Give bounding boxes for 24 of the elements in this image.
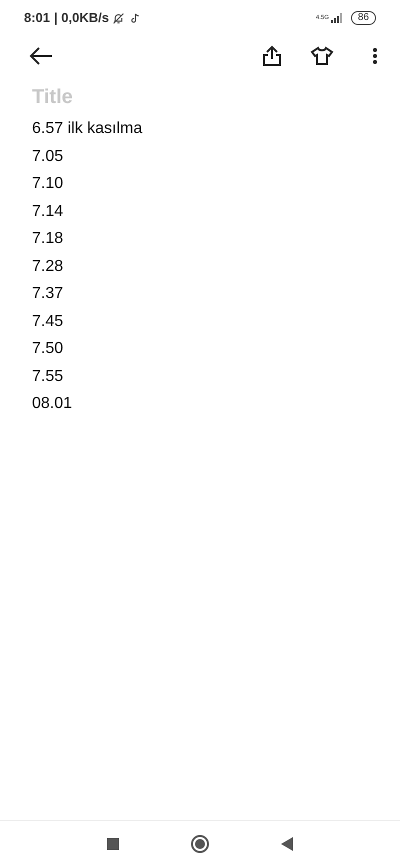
more-options-button[interactable] — [372, 47, 378, 65]
share-button[interactable] — [262, 45, 282, 67]
note-line: 7.18 — [32, 229, 64, 249]
clock: 8:01 — [24, 9, 50, 28]
back-nav-button[interactable] — [281, 836, 293, 850]
recents-button[interactable] — [107, 838, 119, 850]
back-button[interactable] — [28, 46, 54, 66]
note-line: 7.05 — [32, 146, 64, 166]
note-line: 7.28 — [32, 256, 64, 276]
note-line: 6.57 ilk kasılma — [32, 119, 144, 139]
note-line: 7.45 — [32, 312, 64, 332]
note-line: 7.50 — [32, 339, 64, 359]
note-line: 08.01 — [32, 394, 74, 414]
note-line: 7.55 — [32, 366, 64, 386]
home-button[interactable] — [191, 834, 209, 852]
note-line: 7.37 — [32, 284, 64, 304]
music-note-icon — [130, 12, 141, 24]
bell-off-icon — [112, 12, 125, 24]
note-line: 7.10 — [32, 174, 64, 194]
theme-button[interactable] — [310, 46, 334, 66]
network-speed: | 0,0KB/s — [54, 9, 109, 28]
note-line: 7.14 — [32, 202, 64, 222]
battery-indicator: 86 — [350, 11, 376, 25]
signal-icon — [330, 13, 343, 23]
